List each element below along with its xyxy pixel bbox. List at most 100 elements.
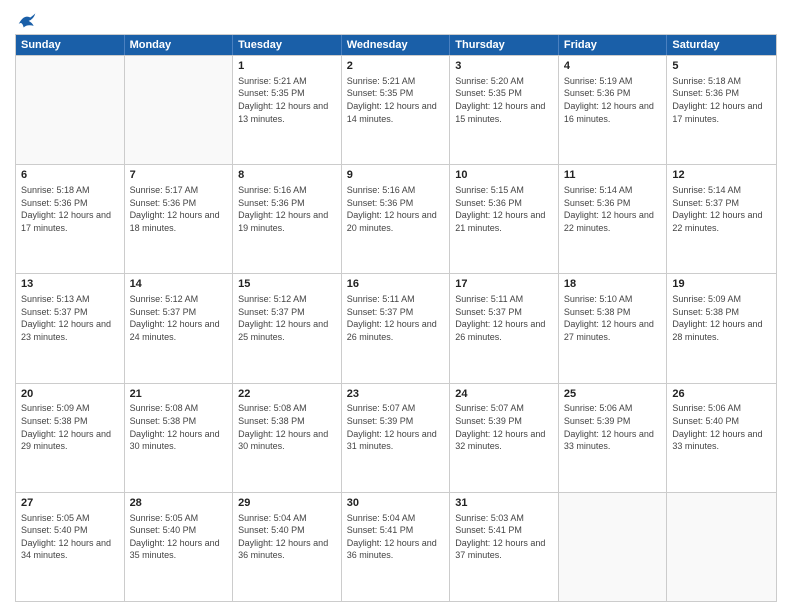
weekday-header-sunday: Sunday bbox=[16, 35, 125, 55]
cell-sun-info: Sunrise: 5:16 AM Sunset: 5:36 PM Dayligh… bbox=[347, 184, 445, 234]
cell-sun-info: Sunrise: 5:20 AM Sunset: 5:35 PM Dayligh… bbox=[455, 75, 553, 125]
day-cell-14: 14Sunrise: 5:12 AM Sunset: 5:37 PM Dayli… bbox=[125, 274, 234, 382]
cell-sun-info: Sunrise: 5:09 AM Sunset: 5:38 PM Dayligh… bbox=[21, 402, 119, 452]
cell-sun-info: Sunrise: 5:07 AM Sunset: 5:39 PM Dayligh… bbox=[455, 402, 553, 452]
weekday-header-monday: Monday bbox=[125, 35, 234, 55]
day-number: 18 bbox=[564, 277, 662, 292]
day-number: 23 bbox=[347, 387, 445, 402]
calendar-row-5: 27Sunrise: 5:05 AM Sunset: 5:40 PM Dayli… bbox=[16, 492, 776, 601]
calendar-body: 1Sunrise: 5:21 AM Sunset: 5:35 PM Daylig… bbox=[16, 55, 776, 601]
cell-sun-info: Sunrise: 5:14 AM Sunset: 5:36 PM Dayligh… bbox=[564, 184, 662, 234]
calendar-row-3: 13Sunrise: 5:13 AM Sunset: 5:37 PM Dayli… bbox=[16, 273, 776, 382]
day-cell-2: 2Sunrise: 5:21 AM Sunset: 5:35 PM Daylig… bbox=[342, 56, 451, 164]
cell-sun-info: Sunrise: 5:09 AM Sunset: 5:38 PM Dayligh… bbox=[672, 293, 771, 343]
calendar-row-2: 6Sunrise: 5:18 AM Sunset: 5:36 PM Daylig… bbox=[16, 164, 776, 273]
day-cell-5: 5Sunrise: 5:18 AM Sunset: 5:36 PM Daylig… bbox=[667, 56, 776, 164]
cell-sun-info: Sunrise: 5:08 AM Sunset: 5:38 PM Dayligh… bbox=[130, 402, 228, 452]
cell-sun-info: Sunrise: 5:05 AM Sunset: 5:40 PM Dayligh… bbox=[130, 512, 228, 562]
calendar-row-4: 20Sunrise: 5:09 AM Sunset: 5:38 PM Dayli… bbox=[16, 383, 776, 492]
day-cell-18: 18Sunrise: 5:10 AM Sunset: 5:38 PM Dayli… bbox=[559, 274, 668, 382]
logo-bird-icon bbox=[17, 10, 37, 30]
day-number: 26 bbox=[672, 387, 771, 402]
calendar-header: SundayMondayTuesdayWednesdayThursdayFrid… bbox=[16, 35, 776, 55]
day-number: 19 bbox=[672, 277, 771, 292]
day-cell-empty-0-0 bbox=[16, 56, 125, 164]
cell-sun-info: Sunrise: 5:11 AM Sunset: 5:37 PM Dayligh… bbox=[347, 293, 445, 343]
day-cell-23: 23Sunrise: 5:07 AM Sunset: 5:39 PM Dayli… bbox=[342, 384, 451, 492]
weekday-header-saturday: Saturday bbox=[667, 35, 776, 55]
day-cell-12: 12Sunrise: 5:14 AM Sunset: 5:37 PM Dayli… bbox=[667, 165, 776, 273]
day-number: 12 bbox=[672, 168, 771, 183]
cell-sun-info: Sunrise: 5:08 AM Sunset: 5:38 PM Dayligh… bbox=[238, 402, 336, 452]
day-number: 28 bbox=[130, 496, 228, 511]
day-number: 10 bbox=[455, 168, 553, 183]
day-number: 27 bbox=[21, 496, 119, 511]
day-cell-empty-0-1 bbox=[125, 56, 234, 164]
weekday-header-friday: Friday bbox=[559, 35, 668, 55]
day-number: 3 bbox=[455, 59, 553, 74]
day-cell-3: 3Sunrise: 5:20 AM Sunset: 5:35 PM Daylig… bbox=[450, 56, 559, 164]
day-cell-11: 11Sunrise: 5:14 AM Sunset: 5:36 PM Dayli… bbox=[559, 165, 668, 273]
day-number: 25 bbox=[564, 387, 662, 402]
cell-sun-info: Sunrise: 5:10 AM Sunset: 5:38 PM Dayligh… bbox=[564, 293, 662, 343]
cell-sun-info: Sunrise: 5:18 AM Sunset: 5:36 PM Dayligh… bbox=[21, 184, 119, 234]
day-cell-7: 7Sunrise: 5:17 AM Sunset: 5:36 PM Daylig… bbox=[125, 165, 234, 273]
cell-sun-info: Sunrise: 5:04 AM Sunset: 5:40 PM Dayligh… bbox=[238, 512, 336, 562]
cell-sun-info: Sunrise: 5:07 AM Sunset: 5:39 PM Dayligh… bbox=[347, 402, 445, 452]
cell-sun-info: Sunrise: 5:17 AM Sunset: 5:36 PM Dayligh… bbox=[130, 184, 228, 234]
day-cell-25: 25Sunrise: 5:06 AM Sunset: 5:39 PM Dayli… bbox=[559, 384, 668, 492]
day-number: 9 bbox=[347, 168, 445, 183]
cell-sun-info: Sunrise: 5:19 AM Sunset: 5:36 PM Dayligh… bbox=[564, 75, 662, 125]
page: SundayMondayTuesdayWednesdayThursdayFrid… bbox=[0, 0, 792, 612]
cell-sun-info: Sunrise: 5:06 AM Sunset: 5:40 PM Dayligh… bbox=[672, 402, 771, 452]
day-cell-20: 20Sunrise: 5:09 AM Sunset: 5:38 PM Dayli… bbox=[16, 384, 125, 492]
weekday-header-tuesday: Tuesday bbox=[233, 35, 342, 55]
cell-sun-info: Sunrise: 5:16 AM Sunset: 5:36 PM Dayligh… bbox=[238, 184, 336, 234]
day-number: 14 bbox=[130, 277, 228, 292]
day-cell-22: 22Sunrise: 5:08 AM Sunset: 5:38 PM Dayli… bbox=[233, 384, 342, 492]
day-number: 11 bbox=[564, 168, 662, 183]
cell-sun-info: Sunrise: 5:03 AM Sunset: 5:41 PM Dayligh… bbox=[455, 512, 553, 562]
day-number: 29 bbox=[238, 496, 336, 511]
cell-sun-info: Sunrise: 5:12 AM Sunset: 5:37 PM Dayligh… bbox=[238, 293, 336, 343]
logo bbox=[15, 10, 37, 26]
day-cell-4: 4Sunrise: 5:19 AM Sunset: 5:36 PM Daylig… bbox=[559, 56, 668, 164]
day-cell-27: 27Sunrise: 5:05 AM Sunset: 5:40 PM Dayli… bbox=[16, 493, 125, 601]
day-number: 4 bbox=[564, 59, 662, 74]
day-cell-empty-4-6 bbox=[667, 493, 776, 601]
day-cell-24: 24Sunrise: 5:07 AM Sunset: 5:39 PM Dayli… bbox=[450, 384, 559, 492]
cell-sun-info: Sunrise: 5:15 AM Sunset: 5:36 PM Dayligh… bbox=[455, 184, 553, 234]
cell-sun-info: Sunrise: 5:21 AM Sunset: 5:35 PM Dayligh… bbox=[238, 75, 336, 125]
header bbox=[15, 10, 777, 26]
day-cell-26: 26Sunrise: 5:06 AM Sunset: 5:40 PM Dayli… bbox=[667, 384, 776, 492]
day-number: 20 bbox=[21, 387, 119, 402]
weekday-header-thursday: Thursday bbox=[450, 35, 559, 55]
day-number: 2 bbox=[347, 59, 445, 74]
cell-sun-info: Sunrise: 5:14 AM Sunset: 5:37 PM Dayligh… bbox=[672, 184, 771, 234]
day-number: 15 bbox=[238, 277, 336, 292]
cell-sun-info: Sunrise: 5:05 AM Sunset: 5:40 PM Dayligh… bbox=[21, 512, 119, 562]
day-cell-30: 30Sunrise: 5:04 AM Sunset: 5:41 PM Dayli… bbox=[342, 493, 451, 601]
day-cell-31: 31Sunrise: 5:03 AM Sunset: 5:41 PM Dayli… bbox=[450, 493, 559, 601]
day-cell-17: 17Sunrise: 5:11 AM Sunset: 5:37 PM Dayli… bbox=[450, 274, 559, 382]
day-number: 24 bbox=[455, 387, 553, 402]
cell-sun-info: Sunrise: 5:12 AM Sunset: 5:37 PM Dayligh… bbox=[130, 293, 228, 343]
day-number: 6 bbox=[21, 168, 119, 183]
calendar-row-1: 1Sunrise: 5:21 AM Sunset: 5:35 PM Daylig… bbox=[16, 55, 776, 164]
day-number: 30 bbox=[347, 496, 445, 511]
day-number: 7 bbox=[130, 168, 228, 183]
day-cell-10: 10Sunrise: 5:15 AM Sunset: 5:36 PM Dayli… bbox=[450, 165, 559, 273]
cell-sun-info: Sunrise: 5:11 AM Sunset: 5:37 PM Dayligh… bbox=[455, 293, 553, 343]
day-number: 8 bbox=[238, 168, 336, 183]
day-cell-16: 16Sunrise: 5:11 AM Sunset: 5:37 PM Dayli… bbox=[342, 274, 451, 382]
cell-sun-info: Sunrise: 5:21 AM Sunset: 5:35 PM Dayligh… bbox=[347, 75, 445, 125]
day-number: 17 bbox=[455, 277, 553, 292]
day-number: 1 bbox=[238, 59, 336, 74]
day-cell-8: 8Sunrise: 5:16 AM Sunset: 5:36 PM Daylig… bbox=[233, 165, 342, 273]
day-cell-28: 28Sunrise: 5:05 AM Sunset: 5:40 PM Dayli… bbox=[125, 493, 234, 601]
day-cell-6: 6Sunrise: 5:18 AM Sunset: 5:36 PM Daylig… bbox=[16, 165, 125, 273]
cell-sun-info: Sunrise: 5:04 AM Sunset: 5:41 PM Dayligh… bbox=[347, 512, 445, 562]
day-number: 16 bbox=[347, 277, 445, 292]
day-cell-13: 13Sunrise: 5:13 AM Sunset: 5:37 PM Dayli… bbox=[16, 274, 125, 382]
calendar: SundayMondayTuesdayWednesdayThursdayFrid… bbox=[15, 34, 777, 602]
